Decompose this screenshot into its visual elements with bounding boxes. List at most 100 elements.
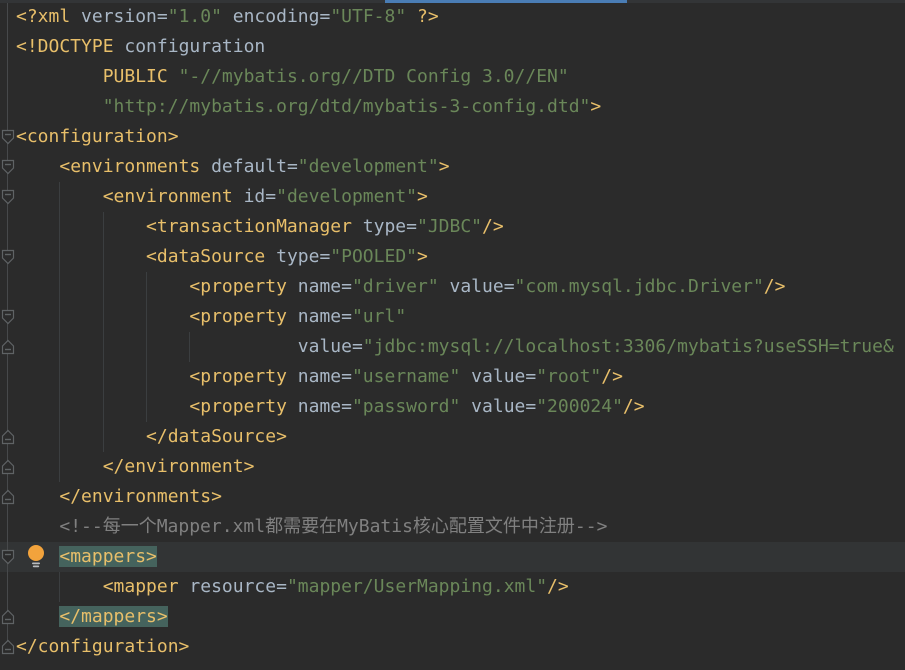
code-line-1[interactable]: <?xml version="1.0" encoding="UTF-8" ?> xyxy=(0,2,905,32)
token-p: = xyxy=(525,396,537,417)
code-line-13[interactable]: <property name="username" value="root"/> xyxy=(0,362,905,392)
code-line-21[interactable]: </mappers> xyxy=(0,602,905,632)
fold-end-icon[interactable] xyxy=(1,609,15,625)
token-tag: /> xyxy=(763,276,786,297)
fold-collapse-icon[interactable] xyxy=(1,549,15,565)
code-line-18[interactable]: <!--每一个Mapper.xml都需要在MyBatis核心配置文件中注册--> xyxy=(0,512,905,542)
token-tag: <property xyxy=(189,276,287,297)
token-str: "JDBC" xyxy=(416,216,483,237)
token-tag: <transactionManager xyxy=(146,216,352,237)
token-p: = xyxy=(351,336,363,357)
token-attr: name xyxy=(286,366,342,387)
token-attr: id xyxy=(232,186,266,207)
token-str: "root" xyxy=(536,366,602,387)
code-lines[interactable]: <?xml version="1.0" encoding="UTF-8" ?> <… xyxy=(0,2,905,662)
token-p: = xyxy=(503,276,515,297)
token-p: = xyxy=(319,246,331,267)
token-p: = xyxy=(276,576,287,597)
token-attr: default xyxy=(200,156,287,177)
token-attr: name xyxy=(286,276,342,297)
token-attr: resource xyxy=(178,576,277,597)
token-p: = xyxy=(265,186,277,207)
code-line-22[interactable]: </configuration> xyxy=(0,632,905,662)
token-tag: <dataSource xyxy=(146,246,266,267)
fold-collapse-icon[interactable] xyxy=(1,129,15,145)
code-line-14[interactable]: <property name="password" value="200024"… xyxy=(0,392,905,422)
code-line-5[interactable]: <configuration> xyxy=(0,122,905,152)
code-line-19[interactable]: <mappers> xyxy=(0,542,905,572)
code-line-20[interactable]: <mapper resource="mapper/UserMapping.xml… xyxy=(0,572,905,602)
token-tag: <environment xyxy=(102,186,233,207)
token-str: "http://mybatis.org/dtd/mybatis-3-config… xyxy=(102,96,591,117)
token-attr: name xyxy=(286,306,342,327)
code-line-2[interactable]: <!DOCTYPE configuration xyxy=(0,32,905,62)
token-str: "development" xyxy=(276,186,417,207)
code-line-9[interactable]: <dataSource type="POOLED"> xyxy=(0,242,905,272)
token-tag: </environments> xyxy=(59,486,222,507)
token-attr: encoding xyxy=(221,6,320,27)
token-str: "1.0" xyxy=(167,6,222,27)
token-str: "password" xyxy=(351,396,461,417)
fold-end-icon[interactable] xyxy=(1,459,15,475)
intention-bulb-icon[interactable] xyxy=(26,544,46,570)
token-tag: > xyxy=(417,186,428,207)
fold-collapse-icon[interactable] xyxy=(1,249,15,265)
code-line-7[interactable]: <environment id="development"> xyxy=(0,182,905,212)
token-str: "com.mysql.jdbc.Driver" xyxy=(514,276,764,297)
token-p: = xyxy=(406,216,417,237)
fold-end-icon[interactable] xyxy=(1,489,15,505)
token-p: = xyxy=(286,156,298,177)
code-line-10[interactable]: <property name="driver" value="com.mysql… xyxy=(0,272,905,302)
token-tag: > xyxy=(590,96,602,117)
token-kw: PUBLIC xyxy=(102,66,168,87)
code-line-11[interactable]: <property name="url" xyxy=(0,302,905,332)
token-tag: <property xyxy=(189,366,287,387)
token-tag: /> xyxy=(547,576,569,597)
code-line-4[interactable]: "http://mybatis.org/dtd/mybatis-3-config… xyxy=(0,92,905,122)
fold-collapse-icon[interactable] xyxy=(1,309,15,325)
token-str: "jdbc:mysql://localhost:3306/mybatis?use… xyxy=(362,336,894,357)
code-line-12[interactable]: value="jdbc:mysql://localhost:3306/mybat… xyxy=(0,332,905,362)
token-plain: configuration xyxy=(113,36,266,57)
code-line-8[interactable]: <transactionManager type="JDBC"/> xyxy=(0,212,905,242)
fold-end-icon[interactable] xyxy=(1,339,15,355)
token-tag: <environments xyxy=(59,156,201,177)
editor-window: <?xml version="1.0" encoding="UTF-8" ?> <… xyxy=(0,0,905,670)
token-p: = xyxy=(525,366,537,387)
token-tag: /> xyxy=(622,396,645,417)
token-tag: > xyxy=(438,156,450,177)
token-p: = xyxy=(341,366,352,387)
token-attr: type xyxy=(351,216,407,237)
token-p: = xyxy=(341,306,352,327)
token-tag: </environment> xyxy=(102,456,255,477)
token-str: "development" xyxy=(297,156,439,177)
code-line-3[interactable]: PUBLIC "-//mybatis.org//DTD Config 3.0//… xyxy=(0,62,905,92)
token-attr: version xyxy=(70,6,157,27)
fold-collapse-icon[interactable] xyxy=(1,159,15,175)
code-line-15[interactable]: </dataSource> xyxy=(0,422,905,452)
token-tag: ?> xyxy=(406,6,439,27)
token-p: = xyxy=(319,6,331,27)
fold-end-icon[interactable] xyxy=(1,639,15,655)
code-line-17[interactable]: </environments> xyxy=(0,482,905,512)
code-line-16[interactable]: </environment> xyxy=(0,452,905,482)
token-attr: value xyxy=(460,366,526,387)
token-tag: </configuration> xyxy=(16,636,190,657)
token-tag: /> xyxy=(601,366,623,387)
token-str: "UTF-8" xyxy=(330,6,407,27)
token-str: "POOLED" xyxy=(330,246,417,267)
token-str: "-//mybatis.org//DTD Config 3.0//EN" xyxy=(167,66,569,87)
token-comment: <!--每一个Mapper.xml都需要在MyBatis核心配置文件中注册--> xyxy=(59,516,608,537)
code-line-6[interactable]: <environments default="development"> xyxy=(0,152,905,182)
fold-end-icon[interactable] xyxy=(1,429,15,445)
fold-collapse-icon[interactable] xyxy=(1,189,15,205)
